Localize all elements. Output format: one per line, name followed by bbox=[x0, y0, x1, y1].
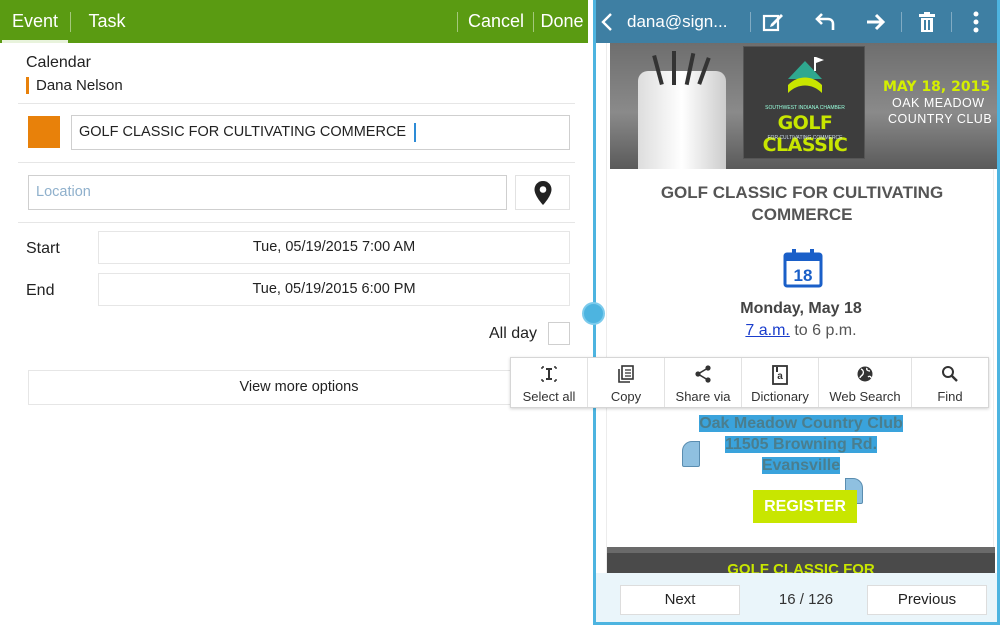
selected-venue-city[interactable]: Evansville bbox=[607, 457, 995, 475]
dictionary-button[interactable]: a Dictionary bbox=[742, 358, 819, 407]
event-color-button[interactable] bbox=[28, 116, 60, 148]
calendar-icon: 18 bbox=[783, 248, 823, 288]
end-label: End bbox=[26, 282, 55, 299]
globe-icon bbox=[857, 366, 873, 382]
venue-street-text: 11505 Browning Rd. bbox=[724, 436, 878, 453]
event-time-rest: to 6 p.m. bbox=[789, 322, 857, 339]
logo-tagline: FOR CULTIVATING COMMERCE bbox=[767, 135, 843, 141]
toolbar-divider bbox=[951, 12, 952, 32]
forward-button[interactable] bbox=[856, 0, 896, 43]
start-label: Start bbox=[26, 240, 60, 257]
email-sender-title[interactable]: dana@sign... bbox=[627, 0, 727, 43]
logo-title: GOLF CLASSIC bbox=[762, 112, 848, 156]
calendar-owner[interactable]: Dana Nelson bbox=[26, 77, 123, 94]
divider bbox=[18, 162, 575, 163]
select-all-label: Select all bbox=[522, 389, 576, 404]
banner-date: MAY 18, 2015 bbox=[883, 79, 991, 95]
editor-toolbar: Event Task Cancel Done bbox=[0, 0, 588, 43]
done-button[interactable]: Done bbox=[536, 0, 588, 43]
email-body[interactable]: SOUTHWEST INDIANA CHAMBER GOLF CLASSIC F… bbox=[606, 43, 997, 573]
footer-band-text: GOLF CLASSIC FOR bbox=[727, 561, 875, 573]
divider bbox=[18, 222, 575, 223]
banner-venue-line1: OAK MEADOW bbox=[892, 96, 985, 110]
email-navigation-bar: Next 16 / 126 Previous bbox=[596, 573, 997, 622]
toolbar-divider bbox=[750, 12, 751, 32]
venue-city-text: Evansville bbox=[761, 457, 841, 474]
calendar-day-number: 18 bbox=[794, 266, 813, 285]
share-via-button[interactable]: Share via bbox=[665, 358, 742, 407]
toolbar-divider bbox=[901, 12, 902, 32]
back-icon bbox=[601, 12, 612, 31]
copy-icon bbox=[618, 365, 634, 383]
web-search-button[interactable]: Web Search bbox=[819, 358, 912, 407]
email-footer-band: GOLF CLASSIC FOR bbox=[607, 547, 995, 573]
previous-button[interactable]: Previous bbox=[867, 585, 987, 615]
allday-label: All day bbox=[489, 325, 538, 342]
location-pin-icon bbox=[534, 180, 551, 205]
svg-text:a: a bbox=[777, 371, 783, 382]
find-button[interactable]: Find bbox=[912, 358, 988, 407]
more-icon bbox=[973, 11, 979, 32]
find-label: Find bbox=[937, 389, 963, 404]
selected-venue-street[interactable]: 11505 Browning Rd. bbox=[607, 436, 995, 454]
copy-button[interactable]: Copy bbox=[588, 358, 665, 407]
cancel-button[interactable]: Cancel bbox=[460, 0, 532, 43]
banner-venue-line2: COUNTRY CLUB bbox=[888, 112, 993, 126]
golf-bag-graphic bbox=[638, 51, 726, 169]
edit-icon bbox=[762, 13, 783, 31]
edit-button[interactable] bbox=[753, 0, 793, 43]
event-title-value: GOLF CLASSIC FOR CULTIVATING COMMERCE bbox=[79, 124, 407, 140]
location-pin-button[interactable] bbox=[515, 175, 570, 210]
page-count: 16 / 126 bbox=[778, 591, 834, 608]
select-all-icon bbox=[541, 366, 557, 382]
back-button[interactable] bbox=[596, 0, 622, 43]
more-options-button[interactable] bbox=[956, 0, 996, 43]
logo-subtitle: SOUTHWEST INDIANA CHAMBER bbox=[765, 105, 845, 111]
share-icon bbox=[695, 365, 711, 383]
web-search-label: Web Search bbox=[829, 389, 901, 404]
toolbar-divider bbox=[457, 12, 458, 32]
forward-icon bbox=[867, 13, 886, 30]
reply-icon bbox=[815, 12, 835, 30]
text-caret bbox=[414, 122, 417, 142]
event-title-input[interactable]: GOLF CLASSIC FOR CULTIVATING COMMERCE bbox=[71, 115, 570, 150]
event-editor-pane: Event Task Cancel Done Calendar Dana Nel… bbox=[0, 0, 588, 625]
reply-button[interactable] bbox=[805, 0, 845, 43]
selection-start-handle[interactable] bbox=[682, 441, 700, 467]
golf-classic-logo: SOUTHWEST INDIANA CHAMBER GOLF CLASSIC F… bbox=[743, 46, 865, 159]
allday-checkbox[interactable] bbox=[548, 322, 570, 345]
start-datetime-field[interactable]: Tue, 05/19/2015 7:00 AM bbox=[98, 231, 570, 264]
logo-flag-icon bbox=[788, 57, 824, 93]
toolbar-divider bbox=[70, 12, 71, 32]
venue-name-text: Oak Meadow Country Club bbox=[699, 415, 903, 432]
search-icon bbox=[942, 366, 958, 382]
dictionary-icon: a bbox=[772, 365, 788, 385]
delete-button[interactable] bbox=[907, 0, 947, 43]
share-via-label: Share via bbox=[675, 389, 731, 404]
end-datetime-field[interactable]: Tue, 05/19/2015 6:00 PM bbox=[98, 273, 570, 306]
email-event-time: 7 a.m. to 6 p.m. bbox=[607, 322, 995, 340]
dictionary-label: Dictionary bbox=[751, 389, 809, 404]
email-viewer-pane: dana@sign... SOUTHWEST INDIANA CHAMBER G… bbox=[593, 0, 1000, 625]
event-time-link[interactable]: 7 a.m. bbox=[745, 322, 789, 339]
email-toolbar: dana@sign... bbox=[596, 0, 997, 43]
tab-event[interactable]: Event bbox=[2, 0, 68, 43]
text-selection-menu: Select all Copy Share via a Dictionary W… bbox=[510, 357, 989, 408]
toolbar-divider bbox=[533, 12, 534, 32]
divider bbox=[18, 103, 575, 104]
delete-icon bbox=[919, 11, 935, 32]
event-banner-image: SOUTHWEST INDIANA CHAMBER GOLF CLASSIC F… bbox=[610, 43, 997, 169]
register-button[interactable]: REGISTER bbox=[753, 490, 857, 523]
tab-task[interactable]: Task bbox=[72, 0, 142, 43]
email-event-day: Monday, May 18 bbox=[740, 300, 862, 317]
location-input[interactable]: Location bbox=[28, 175, 507, 210]
split-view-handle[interactable] bbox=[582, 302, 605, 325]
select-all-button[interactable]: Select all bbox=[511, 358, 588, 407]
calendar-label[interactable]: Calendar bbox=[26, 54, 91, 72]
copy-label: Copy bbox=[610, 389, 642, 404]
next-button[interactable]: Next bbox=[620, 585, 740, 615]
view-more-options-button[interactable]: View more options bbox=[28, 370, 570, 405]
selected-venue-name[interactable]: Oak Meadow Country Club bbox=[607, 415, 995, 433]
email-event-title: GOLF CLASSIC FOR CULTIVATING COMMERCE bbox=[660, 183, 944, 224]
